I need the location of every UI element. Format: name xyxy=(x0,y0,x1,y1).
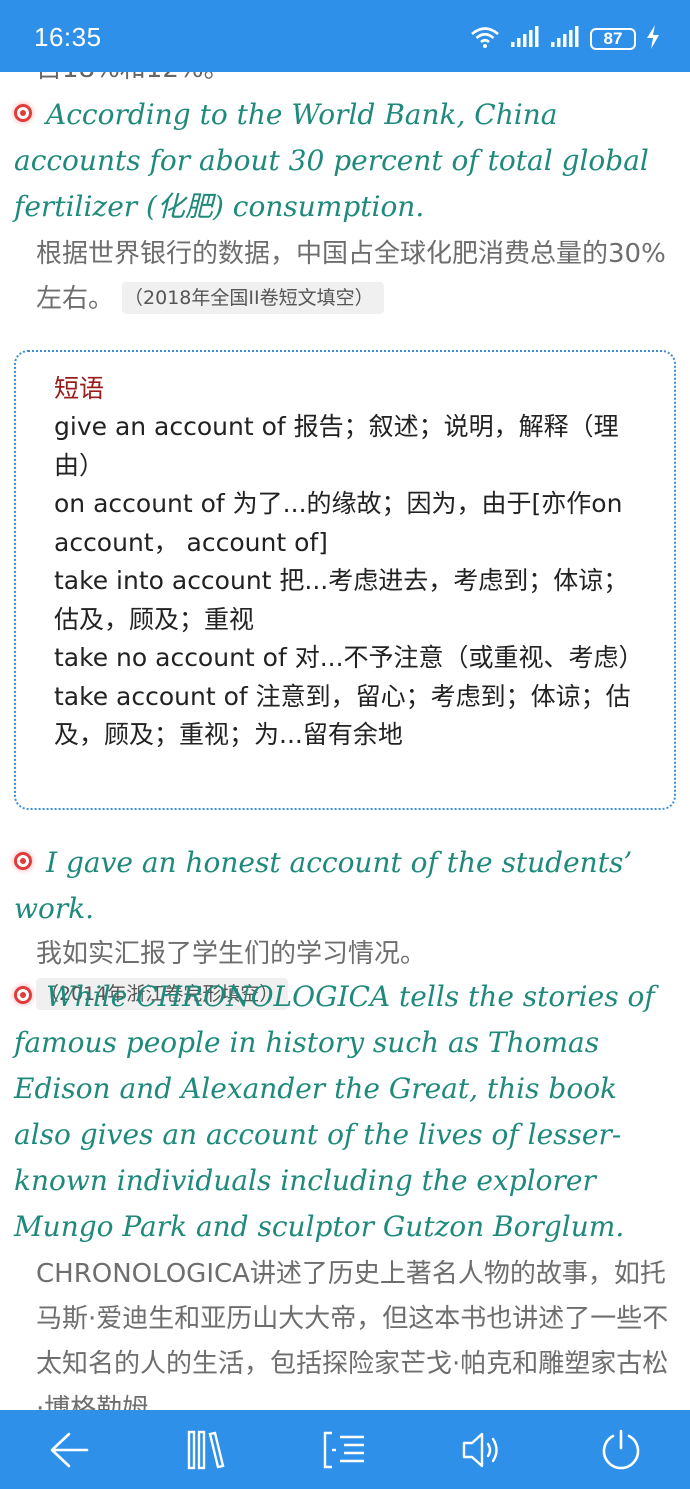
example-english: I gave an honest account of the students… xyxy=(14,846,633,925)
example-entry: According to the World Bank, China accou… xyxy=(14,92,676,322)
source-tag: （2018年全国II卷短文填空） xyxy=(122,282,384,314)
charging-icon xyxy=(646,25,660,53)
read-aloud-button[interactable] xyxy=(448,1415,518,1485)
example-english: According to the World Bank, China accou… xyxy=(14,98,649,223)
phrase-item: take no account of 对...不予注意（或重视、考虑） xyxy=(54,643,644,672)
library-icon xyxy=(186,1429,228,1471)
example-chinese: 根据世界银行的数据，中国占全球化肥消费总量的30%左右。 （2018年全国II卷短… xyxy=(36,239,666,314)
phrase-item: take account of 注意到，留心；考虑到；体谅；估及，顾及；重视；为… xyxy=(54,681,631,750)
bullet-target-icon xyxy=(14,852,32,870)
power-icon xyxy=(599,1428,643,1472)
status-icons: 87 xyxy=(470,24,660,54)
phrase-item: take into account 把...考虑进去，考虑到；体谅；估及，顾及；… xyxy=(54,566,629,634)
table-of-contents-button[interactable] xyxy=(310,1415,380,1485)
example-entry: While CHRONOLOGICA tells the stories of … xyxy=(14,974,676,1410)
bullet-target-icon xyxy=(14,104,32,122)
example-english: While CHRONOLOGICA tells the stories of … xyxy=(14,980,655,1243)
phrases-list: give an account of 报告；叙述；说明，解释（理由） on ac… xyxy=(54,408,644,755)
bullet-target-icon xyxy=(14,986,32,1004)
back-button[interactable] xyxy=(34,1415,104,1485)
status-bar: 16:35 87 xyxy=(0,0,690,72)
bottom-nav xyxy=(0,1410,690,1489)
speaker-icon xyxy=(460,1429,506,1471)
library-button[interactable] xyxy=(172,1415,242,1485)
example-chinese: 我如实汇报了学生们的学习情况。 xyxy=(36,939,427,969)
battery-icon: 87 xyxy=(590,28,636,50)
phrases-title: 短语 xyxy=(54,374,105,403)
power-button[interactable] xyxy=(586,1415,656,1485)
reader-content[interactable]: 占18%和12%。 According to the World Bank, C… xyxy=(0,0,690,1410)
example-chinese: CHRONOLOGICA讲述了历史上著名人物的故事，如托马斯·爱迪生和亚历山大大… xyxy=(36,1259,669,1410)
wifi-icon xyxy=(470,25,500,53)
signal-icon xyxy=(550,26,580,52)
signal-icon xyxy=(510,26,540,52)
phrase-item: give an account of 报告；叙述；说明，解释（理由） xyxy=(54,412,619,480)
back-icon xyxy=(47,1430,91,1470)
table-of-contents-icon xyxy=(322,1430,368,1470)
phrases-box: 短语 give an account of 报告；叙述；说明，解释（理由） on… xyxy=(14,350,676,810)
phrase-item: on account of 为了...的缘故；因为，由于[亦作on accoun… xyxy=(54,489,623,557)
status-time: 16:35 xyxy=(34,22,102,52)
